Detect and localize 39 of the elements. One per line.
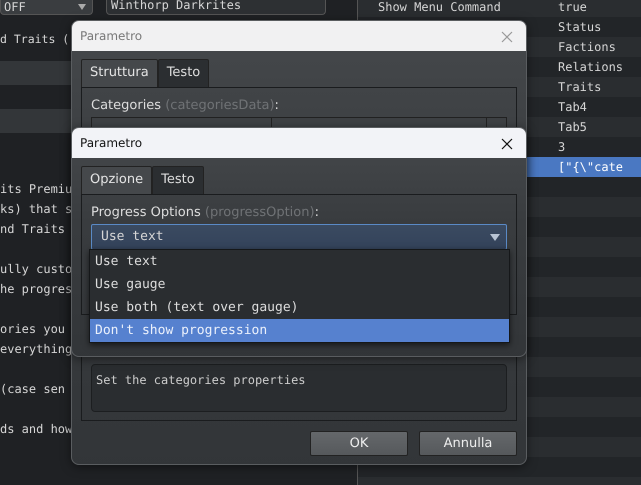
progress-select[interactable]: Use text — [91, 224, 507, 250]
tab[interactable]: Opzione — [81, 166, 152, 194]
dialog-button[interactable]: OK — [310, 431, 408, 456]
help-text: ks) that s — [0, 201, 72, 218]
help-text: ories you — [0, 321, 66, 338]
help-text: he progres — [0, 281, 72, 298]
help-text: ully custo — [0, 261, 72, 278]
parameter-value: Tab5 — [558, 119, 587, 136]
panel-bar — [0, 109, 71, 133]
dropdown-option[interactable]: Use text — [90, 250, 509, 273]
window-title: Parametro — [80, 135, 142, 152]
heading-text: d Traits ( — [0, 31, 70, 48]
help-text: everything — [0, 341, 72, 358]
parameter-value: Traits — [558, 79, 602, 96]
parameter-value: 3 — [558, 139, 566, 156]
description-box: Set the categories properties — [91, 364, 507, 412]
parameter-value: Relations — [558, 59, 624, 76]
mode-select[interactable]: OFF — [0, 0, 93, 15]
panel-bar — [0, 61, 71, 85]
caret-icon — [78, 4, 86, 10]
parameter-value: Factions — [558, 39, 616, 56]
help-text: its Premiu — [0, 181, 72, 198]
tab[interactable]: Struttura — [81, 59, 158, 86]
caret-icon — [490, 234, 500, 240]
parameter-row[interactable]: Show Menu Command true — [358, 0, 641, 17]
parameter-name: Show Menu Command — [378, 0, 501, 14]
tab[interactable]: Testo — [152, 166, 204, 194]
dropdown-option[interactable]: Use both (text over gauge) — [90, 296, 509, 319]
parameter-value: Tab4 — [558, 99, 587, 116]
help-text: (case sen — [0, 381, 66, 398]
parameter-value: true — [558, 0, 587, 16]
name-field[interactable]: Winthorp Darkrites — [106, 0, 326, 15]
window-title: Parametro — [80, 28, 142, 45]
tab[interactable]: Testo — [158, 59, 210, 86]
parameter-value: Status — [558, 19, 602, 36]
dropdown-option[interactable]: Use gauge — [90, 273, 509, 296]
help-text: nd Traits — [0, 221, 66, 238]
parameter-value: ["{\"cate — [558, 159, 624, 176]
dialog-button[interactable]: Annulla — [419, 431, 517, 456]
